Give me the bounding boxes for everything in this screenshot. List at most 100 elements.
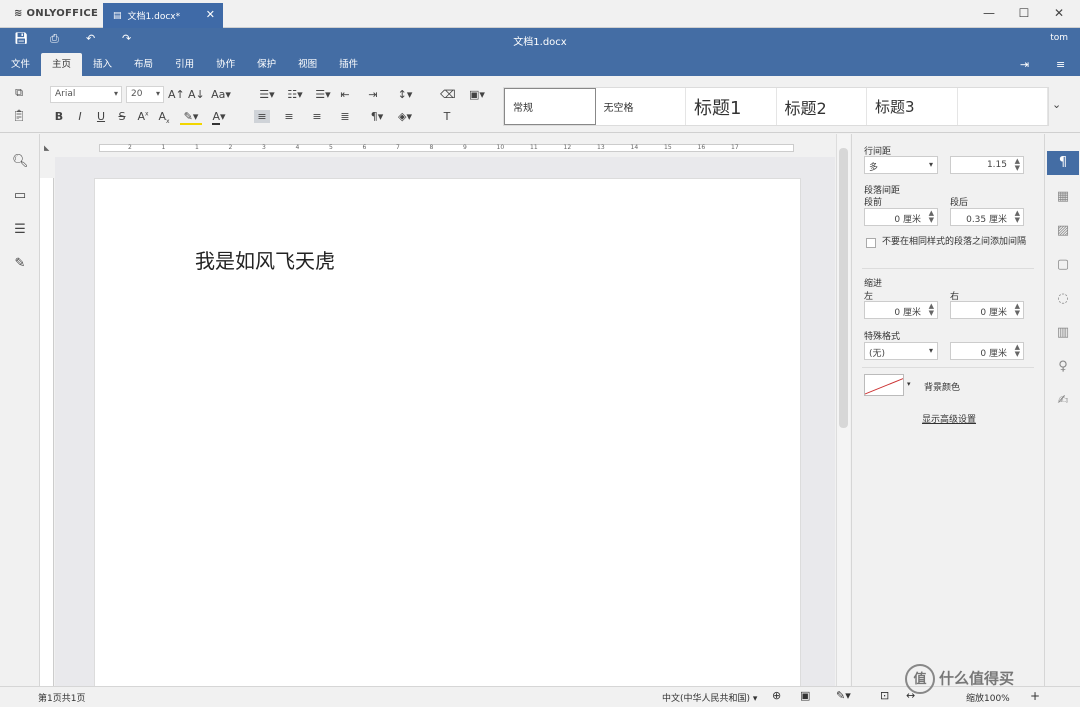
background-color-swatch[interactable] (864, 374, 904, 396)
open-location-icon[interactable]: ⇥ (1020, 58, 1029, 71)
table-settings-icon[interactable]: ▦ (1047, 184, 1079, 210)
zoom-in-icon[interactable]: + (1030, 689, 1040, 703)
horizontal-ruler[interactable]: 2 1 1 2 3 4 5 6 7 8 9 10 11 12 13 14 15 16 17 (94, 140, 801, 156)
paste-icon[interactable]: 📋︎ (12, 109, 26, 122)
search-icon[interactable]: 🔍︎ (12, 154, 29, 169)
close-window-button[interactable]: ✕ (1049, 6, 1069, 20)
form-settings-icon[interactable]: ✍ (1047, 388, 1079, 414)
vertical-scrollbar[interactable] (836, 134, 850, 686)
paragraph-settings-icon[interactable]: ¶ (1047, 151, 1079, 175)
chevron-down-icon[interactable]: ▾ (907, 380, 911, 388)
align-right-icon[interactable]: ≡ (310, 110, 324, 123)
feedback-icon[interactable]: ✎ (12, 256, 28, 271)
tab-plugins[interactable]: 插件 (328, 53, 369, 76)
numbered-list-icon[interactable]: ☷▾ (284, 88, 306, 101)
user-name[interactable]: tom (1050, 33, 1068, 43)
dont-add-interval-checkbox[interactable] (866, 238, 876, 248)
font-family-select[interactable]: Arial ▾ (50, 86, 122, 103)
spacing-after-input[interactable]: 0.35 厘米 ▲ ▼ (950, 208, 1024, 226)
style-heading-2[interactable]: 标题2 (777, 88, 867, 125)
signature-settings-icon[interactable]: ♀ (1047, 354, 1079, 380)
special-format-select[interactable]: (无) ▾ (864, 342, 938, 360)
align-center-icon[interactable]: ≡ (282, 110, 296, 123)
document-text[interactable]: 我是如风飞天虎 (195, 245, 335, 274)
tab-home[interactable]: 主页 (41, 53, 83, 76)
fit-page-icon[interactable]: ⊡ (880, 689, 889, 702)
close-tab-icon[interactable]: ✕ (206, 8, 215, 21)
special-format-value-input[interactable]: 0 厘米 ▲ ▼ (950, 342, 1024, 360)
spinner-icon[interactable]: ▲ ▼ (929, 303, 934, 317)
increase-indent-icon[interactable]: ⇥ (366, 88, 380, 101)
spell-check-icon[interactable]: ▣ (800, 689, 810, 702)
undo-icon[interactable]: ↶ (86, 32, 95, 45)
right-indent-input[interactable]: 0 厘米 ▲ ▼ (950, 301, 1024, 319)
style-heading-1[interactable]: 标题1 (686, 88, 777, 125)
tab-file[interactable]: 文件 (0, 53, 41, 76)
style-heading-3[interactable]: 标题3 (867, 88, 958, 125)
line-spacing-type-select[interactable]: 多 ▾ (864, 156, 938, 174)
chart-settings-icon[interactable]: ▥ (1047, 320, 1079, 346)
copy-icon[interactable]: ⧉ (12, 86, 26, 100)
line-spacing-value-input[interactable]: 1.15 ▲ ▼ (950, 156, 1024, 174)
tab-layout[interactable]: 布局 (123, 53, 164, 76)
header-footer-settings-icon[interactable]: ▢ (1047, 252, 1079, 278)
bullet-list-icon[interactable]: ☰▾ (256, 88, 278, 101)
print-icon[interactable]: ⎙ (50, 32, 59, 46)
style-no-spacing[interactable]: 无空格 (596, 88, 686, 125)
comments-icon[interactable]: ▭ (12, 188, 28, 203)
justify-icon[interactable]: ≣ (338, 110, 352, 123)
left-indent-input[interactable]: 0 厘米 ▲ ▼ (864, 301, 938, 319)
paragraph-mark-button[interactable]: ¶▾ (366, 110, 388, 123)
globe-icon[interactable]: ⊕ (772, 689, 781, 702)
spinner-icon[interactable]: ▲ ▼ (1015, 158, 1020, 172)
copy-style-icon[interactable]: ⌫ (440, 88, 456, 101)
tab-stop-icon[interactable]: ◣ (44, 144, 49, 152)
vertical-ruler[interactable] (40, 178, 54, 686)
change-case-icon[interactable]: Aa▾ (210, 88, 232, 101)
chevron-down-icon[interactable]: ⌄ (1052, 98, 1061, 111)
shading-icon[interactable]: ◈▾ (394, 110, 416, 123)
tab-protection[interactable]: 保护 (246, 53, 287, 76)
hide-ribbon-icon[interactable]: ≡ (1056, 58, 1065, 71)
clear-style-button[interactable]: T (440, 110, 454, 123)
line-spacing-icon[interactable]: ↕▾ (394, 88, 416, 101)
document-tab[interactable]: ▤ 文档1.docx* ✕ (103, 3, 223, 28)
color-scheme-icon[interactable]: ▣▾ (466, 88, 488, 101)
decrease-font-icon[interactable]: A↓ (188, 88, 205, 101)
increase-font-icon[interactable]: A↑ (168, 88, 185, 101)
spinner-icon[interactable]: ▲ ▼ (1015, 303, 1020, 317)
font-color-button[interactable]: A▾ (208, 110, 230, 125)
spinner-icon[interactable]: ▲ ▼ (1015, 210, 1020, 224)
image-settings-icon[interactable]: ▨ (1047, 218, 1079, 244)
spinner-icon[interactable]: ▲ ▼ (929, 210, 934, 224)
save-icon[interactable]: 💾︎ (14, 32, 28, 45)
style-normal[interactable]: 常规 (504, 88, 596, 125)
italic-button[interactable]: I (73, 110, 87, 123)
spinner-icon[interactable]: ▲ ▼ (1015, 344, 1020, 358)
navigation-icon[interactable]: ☰ (12, 222, 28, 237)
scroll-thumb[interactable] (839, 148, 848, 428)
tab-collaboration[interactable]: 协作 (205, 53, 246, 76)
redo-icon[interactable]: ↷ (122, 32, 131, 45)
bold-button[interactable]: B (52, 110, 66, 123)
minimize-button[interactable]: — (979, 6, 999, 20)
show-advanced-settings-link[interactable]: 显示高级设置 (922, 412, 976, 425)
highlight-pen-icon[interactable]: ✎▾ (180, 110, 202, 125)
subscript-button[interactable]: Ax (157, 110, 171, 125)
tab-view[interactable]: 视图 (287, 53, 328, 76)
align-left-icon[interactable]: ≡ (254, 110, 270, 123)
underline-button[interactable]: U (94, 110, 108, 123)
tab-insert[interactable]: 插入 (82, 53, 123, 76)
language-select[interactable]: 中文(中华人民共和国) ▾ (662, 691, 757, 704)
decrease-indent-icon[interactable]: ⇤ (338, 88, 352, 101)
tab-references[interactable]: 引用 (164, 53, 205, 76)
font-size-select[interactable]: 20 ▾ (126, 86, 164, 103)
maximize-button[interactable]: ☐ (1014, 6, 1034, 20)
page-count[interactable]: 第1页共1页 (38, 691, 85, 704)
track-changes-icon[interactable]: ✎▾ (836, 689, 851, 702)
document-page[interactable]: 我是如风飞天虎 (94, 178, 801, 688)
superscript-button[interactable]: Ax (136, 110, 150, 123)
strikethrough-button[interactable]: S (115, 110, 129, 123)
shape-settings-icon[interactable]: ◌ (1047, 286, 1079, 312)
spacing-before-input[interactable]: 0 厘米 ▲ ▼ (864, 208, 938, 226)
